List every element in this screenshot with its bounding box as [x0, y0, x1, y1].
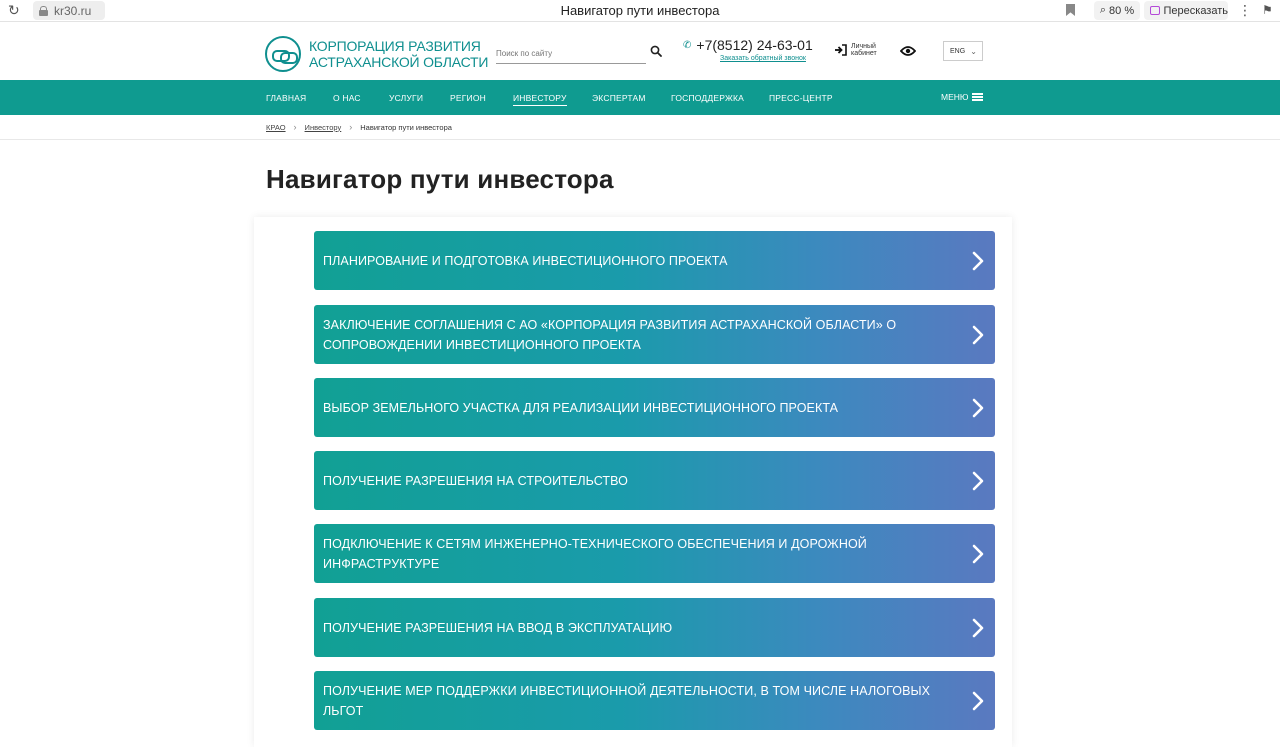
- step-card[interactable]: Получение разрешения на ввод в эксплуата…: [314, 598, 995, 657]
- step-card[interactable]: Заключение соглашения с АО «Корпорация р…: [314, 305, 995, 364]
- site-header: КОРПОРАЦИЯ РАЗВИТИЯ АСТРАХАНСКОЙ ОБЛАСТИ…: [0, 23, 1280, 80]
- extension-icon[interactable]: ⚑: [1262, 3, 1273, 17]
- more-menu-icon[interactable]: ⋮: [1238, 2, 1252, 19]
- lock-icon: [39, 5, 48, 16]
- chevron-right-icon: [972, 325, 984, 344]
- menu-label: МЕНЮ: [941, 92, 969, 102]
- chevron-right-icon: [972, 471, 984, 490]
- logo-text: КОРПОРАЦИЯ РАЗВИТИЯ АСТРАХАНСКОЙ ОБЛАСТИ: [309, 38, 488, 70]
- search-icon[interactable]: [650, 45, 662, 57]
- step-label: Получение разрешения на ввод в эксплуата…: [323, 620, 673, 635]
- nav-item-about[interactable]: О нас: [333, 93, 361, 103]
- chevron-right-icon: [972, 251, 984, 270]
- hamburger-icon: [972, 93, 984, 101]
- phone-number: +7(8512) 24-63-01: [696, 37, 813, 53]
- search-box: [496, 43, 664, 64]
- search-input[interactable]: [496, 44, 646, 64]
- breadcrumb-current: Навигатор пути инвестора: [360, 122, 452, 132]
- breadcrumb-home[interactable]: КРАО: [266, 123, 286, 132]
- step-label: Получение разрешения на строительство: [323, 473, 628, 488]
- nav-item-services[interactable]: Услуги: [389, 93, 423, 103]
- page-title: Навигатор пути инвестора: [266, 164, 614, 194]
- address-bar[interactable]: kr30.ru: [33, 1, 105, 20]
- personal-cabinet-link[interactable]: Личный кабинет: [834, 43, 883, 57]
- retell-label: Пересказать: [1163, 4, 1229, 17]
- breadcrumb-separator-icon: ›: [349, 122, 353, 132]
- step-label: Планирование и подготовка инвестиционног…: [323, 253, 728, 268]
- chevron-right-icon: [972, 618, 984, 637]
- tab-title: Навигатор пути инвестора: [560, 3, 720, 18]
- nav-item-home[interactable]: Главная: [266, 93, 306, 103]
- breadcrumb: КРАО › Инвестору › Навигатор пути инвест…: [266, 122, 452, 132]
- breadcrumb-investor[interactable]: Инвестору: [305, 123, 342, 132]
- breadcrumb-separator-icon: ›: [293, 122, 297, 132]
- zoom-icon: ⌕: [1099, 4, 1107, 16]
- nav-item-investor[interactable]: Инвестору: [513, 93, 567, 106]
- nav-item-state-support[interactable]: Господдержка: [671, 93, 744, 103]
- contact-block: ✆ +7(8512) 24-63-01 Заказать обратный зв…: [683, 37, 813, 62]
- phone-icon: ✆: [683, 39, 692, 51]
- nav-item-press-center[interactable]: Пресс-центр: [769, 93, 833, 103]
- cabinet-label: Личный кабинет: [851, 43, 877, 57]
- step-card[interactable]: Выбор земельного участка для реализации …: [314, 378, 995, 437]
- main-nav: Главная О нас Услуги Регион Инвестору Эк…: [0, 80, 1280, 115]
- chevron-right-icon: [972, 398, 984, 417]
- logo-line-1: КОРПОРАЦИЯ РАЗВИТИЯ: [309, 38, 481, 54]
- zoom-level: 80 %: [1109, 4, 1135, 17]
- chevron-down-icon: ⌄: [970, 46, 977, 56]
- step-card[interactable]: Подключение к сетям инженерно-техническо…: [314, 524, 995, 583]
- nav-item-region[interactable]: Регион: [450, 93, 486, 103]
- chevron-right-icon: [972, 544, 984, 563]
- eye-icon[interactable]: [900, 45, 916, 57]
- callback-link[interactable]: Заказать обратный звонок: [720, 55, 806, 62]
- language-select[interactable]: ENG ⌄: [943, 41, 983, 61]
- retell-button[interactable]: Пересказать: [1144, 1, 1228, 20]
- zoom-button[interactable]: ⌕ 80 %: [1094, 1, 1140, 20]
- step-label: Выбор земельного участка для реализации …: [323, 400, 839, 415]
- logo-line-2: АСТРАХАНСКОЙ ОБЛАСТИ: [309, 54, 489, 70]
- step-label: Подключение к сетям инженерно-техническо…: [323, 536, 867, 571]
- step-card[interactable]: Получение разрешения на строительство: [314, 451, 995, 510]
- address-bar-url: kr30.ru: [54, 3, 92, 18]
- nav-item-experts[interactable]: Экспертам: [592, 93, 646, 103]
- login-icon: [835, 44, 847, 56]
- step-label: Получение мер поддержки инвестиционной д…: [323, 683, 931, 718]
- header-divider: [0, 139, 1280, 140]
- retell-icon: [1150, 6, 1160, 15]
- chevron-right-icon: [972, 691, 984, 710]
- step-card[interactable]: Получение мер поддержки инвестиционной д…: [314, 671, 995, 730]
- reload-icon[interactable]: ↻: [8, 3, 22, 17]
- logo[interactable]: КОРПОРАЦИЯ РАЗВИТИЯ АСТРАХАНСКОЙ ОБЛАСТИ: [265, 36, 488, 72]
- menu-button[interactable]: МЕНЮ: [941, 92, 984, 102]
- phone-link[interactable]: ✆ +7(8512) 24-63-01: [683, 37, 813, 53]
- logo-mark-icon: [265, 36, 301, 72]
- language-value: ENG: [950, 47, 966, 55]
- browser-toolbar: ↻ kr30.ru Навигатор пути инвестора ⌕ 80 …: [0, 0, 1280, 22]
- step-card[interactable]: Планирование и подготовка инвестиционног…: [314, 231, 995, 290]
- step-label: Заключение соглашения с АО «Корпорация р…: [323, 317, 897, 352]
- bookmark-icon[interactable]: [1066, 4, 1075, 16]
